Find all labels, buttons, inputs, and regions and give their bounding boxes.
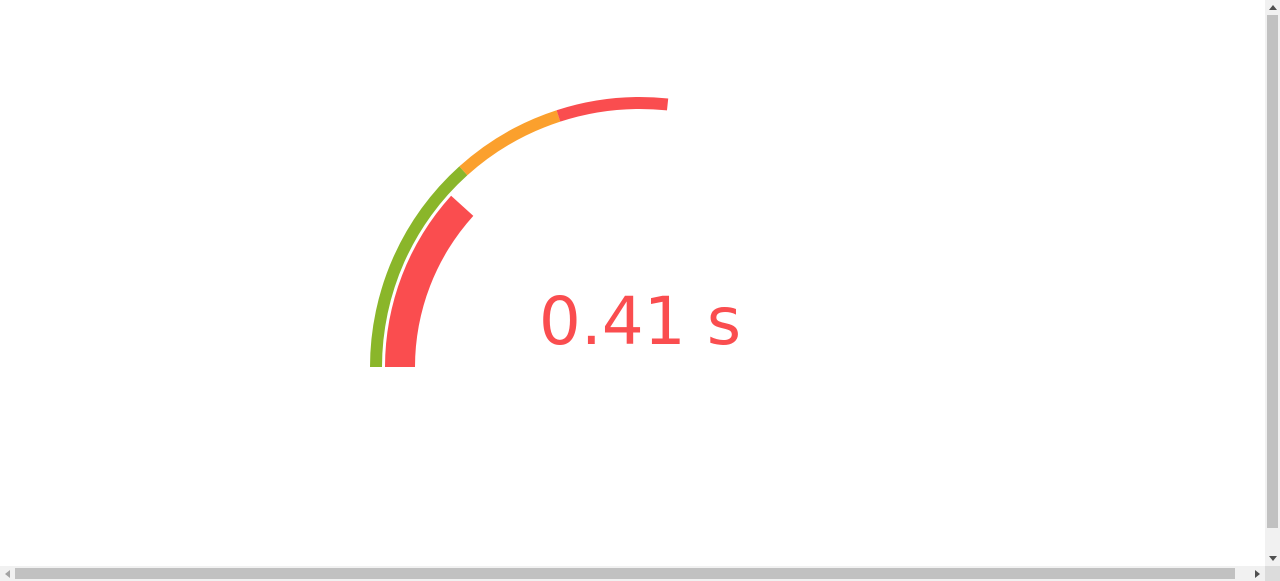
- scroll-right-arrow-icon[interactable]: [1250, 566, 1265, 581]
- gauge-band-moderate: [459, 110, 561, 176]
- scroll-up-arrow-icon[interactable]: [1265, 0, 1280, 15]
- page-viewport: 0.41 s: [0, 0, 1265, 566]
- horizontal-scrollbar-thumb[interactable]: [15, 568, 1235, 579]
- horizontal-scrollbar[interactable]: [0, 566, 1265, 581]
- gauge-band-poor: [556, 97, 669, 122]
- vertical-scrollbar[interactable]: [1265, 0, 1280, 566]
- scroll-left-arrow-icon[interactable]: [0, 566, 15, 581]
- scrollbar-corner: [1265, 566, 1280, 581]
- vertical-scrollbar-thumb[interactable]: [1267, 15, 1278, 528]
- gauge-value-arc: [385, 195, 474, 367]
- scroll-down-arrow-icon[interactable]: [1265, 551, 1280, 566]
- gauge-value-label: 0.41 s: [538, 283, 742, 360]
